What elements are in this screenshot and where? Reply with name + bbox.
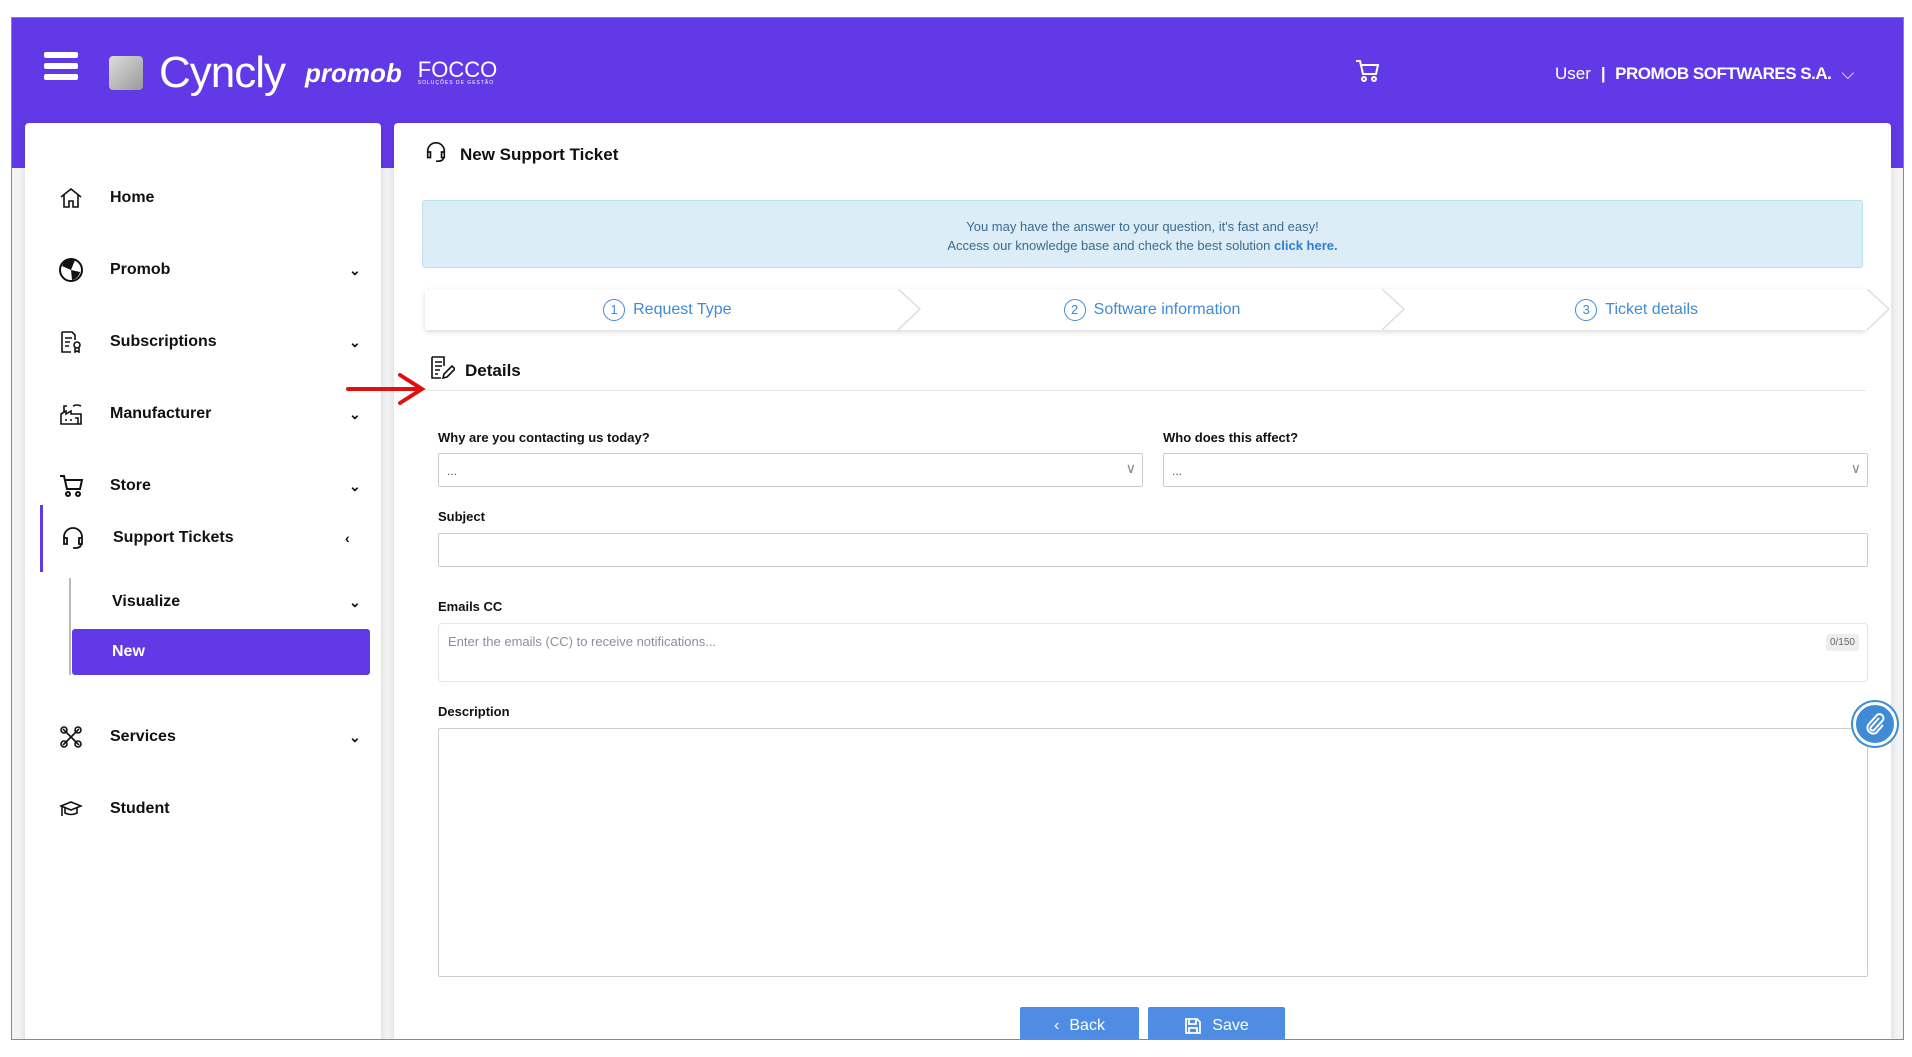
- promob-logo: promob: [305, 57, 402, 88]
- main-panel: New Support Ticket You may have the answ…: [346, 123, 1897, 1039]
- step-request-type[interactable]: 1 Request Type: [425, 289, 921, 330]
- edit-document-icon: [429, 355, 457, 386]
- step-number: 2: [1063, 298, 1086, 321]
- sidebar-item-home[interactable]: Home: [25, 178, 381, 218]
- annotation-arrow-icon: [346, 373, 426, 405]
- stepper: 1 Request Type 2 Software information 3 Tic…: [425, 289, 1891, 330]
- subject-input[interactable]: [438, 533, 1868, 567]
- chevron-down-icon: ∨: [1125, 460, 1136, 476]
- user-label: User: [1555, 64, 1591, 83]
- chevron-down-icon: ⌵: [1841, 64, 1855, 83]
- paperclip-icon: [1866, 713, 1885, 735]
- company-name: PROMOB SOFTWARES S.A.: [1615, 64, 1832, 83]
- chevron-left-icon: ‹: [345, 530, 350, 546]
- affect-label: Who does this affect?: [1163, 430, 1299, 445]
- back-button[interactable]: ‹ Back: [1020, 1007, 1139, 1039]
- emails-cc-label: Emails CC: [438, 599, 503, 614]
- emails-cc-placeholder: Enter the emails (CC) to receive notific…: [448, 634, 717, 649]
- page-title-text: New Support Ticket: [460, 144, 619, 164]
- promob-icon: [57, 256, 85, 284]
- sidebar-label: Student: [110, 800, 170, 817]
- step-number: 3: [1575, 298, 1598, 321]
- reason-label: Why are you contacting us today?: [438, 430, 650, 445]
- back-label: Back: [1069, 1016, 1105, 1034]
- page-title: New Support Ticket: [424, 140, 618, 169]
- sidebar-item-student[interactable]: Student: [25, 789, 381, 829]
- sidebar-label: Home: [110, 189, 155, 206]
- step-label: Software information: [1093, 300, 1241, 318]
- separator: |: [1600, 64, 1606, 83]
- menu-toggle-button[interactable]: [44, 52, 78, 80]
- headset-icon: [424, 140, 448, 169]
- cart-icon[interactable]: [1354, 58, 1380, 89]
- description-textarea[interactable]: [438, 728, 1868, 977]
- section-title: Details: [465, 360, 521, 380]
- knowledge-base-link[interactable]: click here.: [1274, 238, 1338, 253]
- focco-logo: FOCCO SOLUÇÕES DE GESTÃO: [417, 57, 498, 87]
- sidebar-item-support-tickets[interactable]: Support Tickets ‹: [25, 518, 381, 558]
- sidebar-item-services[interactable]: Services ⌄: [25, 717, 381, 757]
- sidebar-item-manufacturer[interactable]: Manufacturer ⌄: [25, 394, 381, 434]
- step-separator-icon: [1867, 289, 1891, 330]
- headset-icon: [59, 524, 87, 552]
- sidebar-label: Promob: [110, 261, 171, 278]
- divider: [425, 390, 1866, 391]
- character-counter: 0/150: [1825, 634, 1859, 651]
- sidebar-label: New: [112, 643, 145, 660]
- sidebar-label: Visualize: [112, 593, 181, 610]
- brand-logos: Cyncly promob FOCCO SOLUÇÕES DE GESTÃO: [109, 48, 497, 98]
- subject-label: Subject: [438, 509, 485, 524]
- select-value: ...: [447, 464, 458, 478]
- alert-text: You may have the answer to your question…: [966, 219, 1319, 234]
- select-value: ...: [1172, 464, 1183, 478]
- step-separator-icon: [1382, 289, 1406, 330]
- graduation-cap-icon: [57, 795, 85, 823]
- sidebar-item-promob[interactable]: Promob ⌄: [25, 250, 381, 290]
- affect-select[interactable]: ... ∨: [1163, 453, 1868, 487]
- app-window: Cyncly promob FOCCO SOLUÇÕES DE GESTÃO Us…: [11, 17, 1904, 1040]
- emails-cc-input[interactable]: Enter the emails (CC) to receive notific…: [438, 623, 1868, 682]
- reason-select[interactable]: ... ∨: [438, 453, 1143, 487]
- step-number: 1: [603, 298, 626, 321]
- chevron-left-icon: ‹: [1054, 1016, 1060, 1034]
- user-menu[interactable]: User | PROMOB SOFTWARES S.A. ⌵: [1555, 64, 1854, 84]
- cart-icon: [57, 472, 85, 500]
- sidebar-item-store[interactable]: Store ⌄: [25, 466, 381, 506]
- chevron-down-icon: ⌄: [349, 477, 361, 494]
- chevron-down-icon: ⌄: [349, 333, 361, 350]
- step-label: Ticket details: [1605, 300, 1699, 318]
- save-icon: [1185, 1017, 1202, 1034]
- home-icon: [57, 184, 85, 212]
- step-software-information[interactable]: 2 Software information: [909, 289, 1406, 330]
- section-heading: Details: [429, 355, 521, 386]
- knowledge-base-alert: You may have the answer to your question…: [422, 200, 1863, 268]
- step-ticket-details[interactable]: 3 Ticket details: [1394, 289, 1891, 330]
- sidebar-subitem-new[interactable]: New: [72, 629, 370, 675]
- chevron-down-icon: ⌄: [349, 593, 361, 610]
- chevron-down-icon: ⌄: [349, 261, 361, 278]
- tools-icon: [57, 723, 85, 751]
- sidebar-label: Manufacturer: [110, 405, 212, 422]
- sidebar: Home Promob ⌄ Subscriptions ⌄ Manufactur…: [25, 123, 381, 1039]
- alert-text: Access our knowledge base and check the …: [947, 238, 1275, 253]
- step-label: Request Type: [633, 300, 732, 318]
- attach-file-button[interactable]: [1853, 702, 1897, 746]
- cyncly-logo-icon: [109, 56, 143, 90]
- subscriptions-icon: [57, 328, 85, 356]
- sidebar-label: Store: [110, 477, 151, 494]
- sidebar-label: Subscriptions: [110, 333, 217, 350]
- sidebar-item-subscriptions[interactable]: Subscriptions ⌄: [25, 322, 381, 362]
- chevron-down-icon: ⌄: [349, 728, 361, 745]
- factory-icon: [57, 400, 85, 428]
- step-separator-icon: [897, 289, 921, 330]
- chevron-down-icon: ∨: [1850, 460, 1861, 476]
- save-button[interactable]: Save: [1148, 1007, 1285, 1039]
- sidebar-subitem-visualize[interactable]: Visualize ⌄: [25, 582, 381, 622]
- sidebar-label: Support Tickets: [113, 529, 234, 546]
- sidebar-label: Services: [110, 728, 176, 745]
- save-label: Save: [1212, 1016, 1249, 1034]
- description-label: Description: [438, 704, 510, 719]
- brand-name: Cyncly: [159, 48, 286, 97]
